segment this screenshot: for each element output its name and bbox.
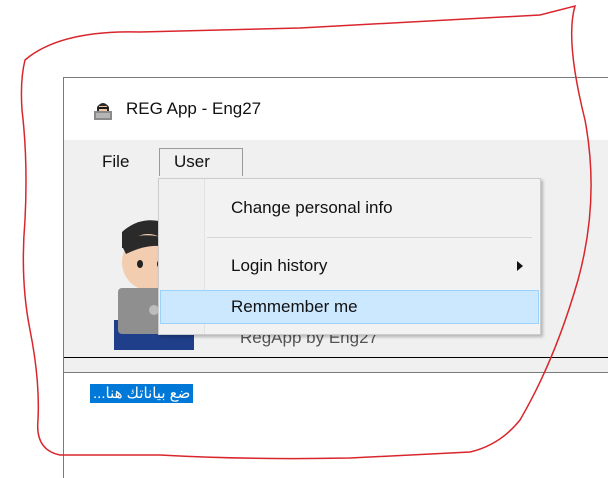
menu-user[interactable]: User: [159, 148, 243, 176]
menu-file[interactable]: File: [92, 148, 139, 176]
menu-item-login-history[interactable]: Login history: [160, 249, 539, 283]
menu-bar: File User: [64, 140, 608, 180]
menu-item-login-history-label: Login history: [231, 256, 328, 275]
menu-item-remember-me[interactable]: Remmember me: [160, 290, 539, 324]
selected-input-text[interactable]: ضع بياناتك هنا...: [90, 384, 194, 403]
data-input-box[interactable]: ضع بياناتك هنا...: [64, 372, 608, 478]
title-bar[interactable]: REG App - Eng27: [64, 78, 608, 140]
window-title: REG App - Eng27: [126, 99, 262, 118]
user-dropdown-menu: Change personal info Login history Remme…: [158, 178, 541, 335]
menu-item-change-personal-info[interactable]: Change personal info: [160, 191, 539, 225]
menu-separator: [207, 237, 532, 238]
divider-line: [64, 357, 608, 358]
hacker-laptop-icon: [94, 103, 112, 120]
chevron-right-icon: [517, 261, 523, 271]
